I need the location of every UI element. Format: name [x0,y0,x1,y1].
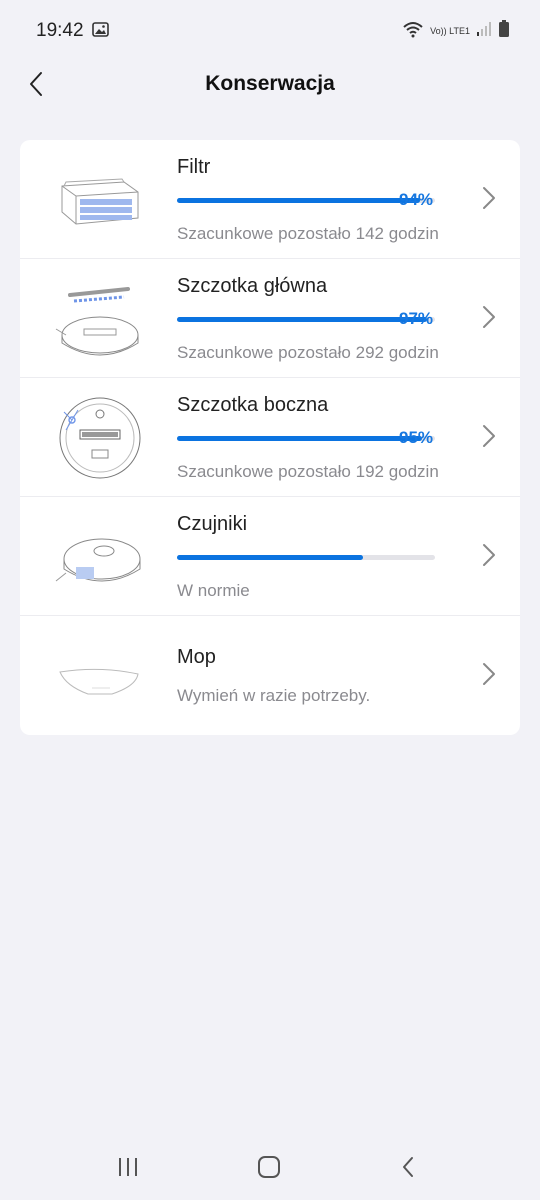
status-time: 19:42 [36,20,84,41]
progress-fill [177,198,420,203]
header: Konserwacja [0,62,540,110]
list-item-filter[interactable]: Filtr 94% Szacunkowe pozostało 142 godzi… [20,140,520,259]
filter-image [52,152,148,248]
progress-bar [177,555,435,560]
chevron-right-icon [482,186,496,215]
item-title: Mop [177,646,216,668]
status-bar: 19:42 Vo)) LTE1 [0,0,540,62]
percent-label: 94% [399,190,434,209]
list-item-side-brush[interactable]: Szczotka boczna 95% Szacunkowe pozostało… [20,378,520,497]
status-icons: Vo)) LTE1 [402,20,510,43]
list-item-mop[interactable]: Mop Wymień w razie potrzeby. [20,616,520,735]
progress-fill [177,555,363,560]
progress-bar [177,198,435,203]
chevron-right-icon [482,543,496,572]
back-nav-button[interactable] [386,1154,430,1184]
recent-apps-button[interactable] [106,1154,150,1184]
sensors-image [52,509,148,605]
progress-bar [177,317,435,322]
maintenance-list: Filtr 94% Szacunkowe pozostało 142 godzi… [20,140,520,735]
item-title: Filtr [177,156,211,178]
chevron-right-icon [482,424,496,453]
back-icon [401,1156,415,1183]
list-item-main-brush[interactable]: Szczotka główna 97% Szacunkowe pozostało… [20,259,520,378]
photo-icon [92,22,109,42]
item-subtitle: W normie [177,581,250,600]
wifi-icon [402,20,424,43]
item-title: Szczotka boczna [177,394,329,416]
side-brush-image [52,390,148,486]
home-button[interactable] [247,1154,291,1184]
recent-apps-icon [117,1157,139,1182]
progress-fill [177,436,423,441]
home-icon [257,1155,281,1184]
percent-label: 97% [399,309,434,328]
mop-image [52,628,148,724]
item-title: Czujniki [177,513,248,535]
page-title: Konserwacja [205,72,335,95]
progress-fill [177,317,428,322]
signal-icon [476,21,492,42]
chevron-right-icon [482,662,496,691]
percent-label: 95% [399,428,434,447]
network-label: Vo)) LTE1 [430,26,470,36]
item-title: Szczotka główna [177,275,328,297]
item-subtitle: Szacunkowe pozostało 192 godzin [177,462,439,481]
item-subtitle: Wymień w razie potrzeby. [177,686,371,705]
main-brush-image [52,271,148,367]
chevron-right-icon [482,305,496,334]
item-subtitle: Szacunkowe pozostało 142 godzin [177,224,439,243]
battery-icon [498,20,510,43]
progress-bar [177,436,435,441]
list-item-sensors[interactable]: Czujniki W normie [20,497,520,616]
item-subtitle: Szacunkowe pozostało 292 godzin [177,343,439,362]
system-nav-bar [0,1138,540,1200]
